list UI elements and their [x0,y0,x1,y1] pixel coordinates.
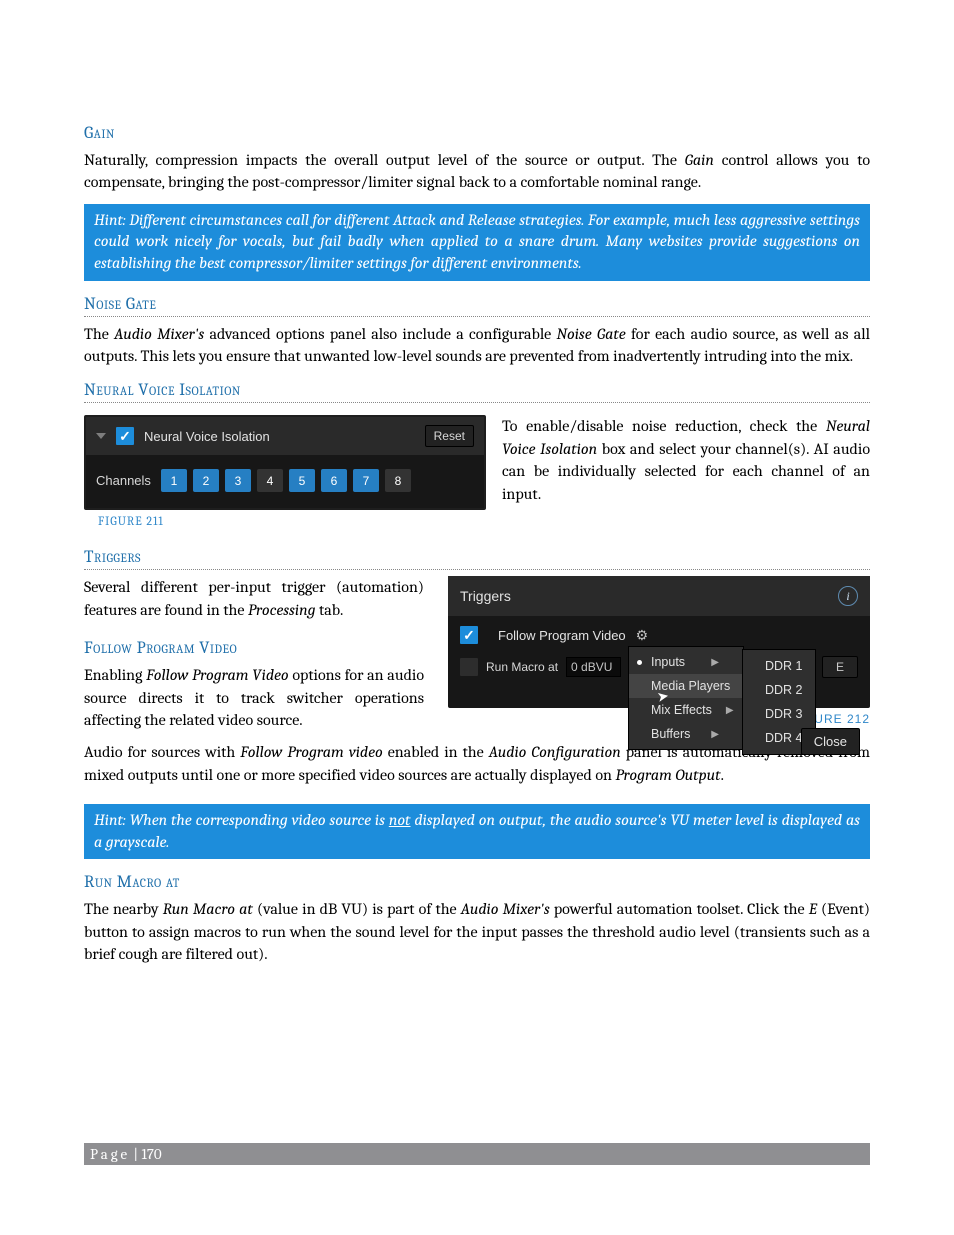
chevron-right-icon: ▶ [726,705,734,716]
para-noise-gate: The Audio Mixer's advanced options panel… [84,323,870,368]
para-triggers: Several different per-input trigger (aut… [84,576,424,621]
text-italic: Processing [248,601,316,619]
text: . [721,766,724,784]
nvi-panel: ✓ Neural Voice Isolation Reset Channels … [84,415,486,510]
nvi-checkbox[interactable]: ✓ [116,427,134,445]
menu2-item[interactable]: DDR 3 [743,702,815,726]
text: advanced options panel also include a co… [204,325,556,343]
text-italic: Gain [685,151,714,169]
heading-triggers: Triggers [84,548,870,570]
text-italic: Audio Mixer's [114,325,204,343]
run-macro-label: Run Macro at [486,660,558,674]
menu1-item[interactable]: Mix Effects ▶ [629,698,743,722]
close-button[interactable]: Close [801,728,860,755]
text-italic: Audio Configuration [489,743,621,761]
follow-video-label: Follow Program Video [498,628,626,643]
menu1-item[interactable]: Inputs ▶ [629,650,743,674]
db-value-field[interactable]: 0 dBVU [566,657,621,677]
text-italic: Program Output [615,766,720,784]
channel-3-button[interactable]: 3 [225,469,251,492]
triggers-header: Triggers i [448,576,870,616]
text-italic: Run Macro at [163,900,253,918]
heading-noise-gate: Noise Gate [84,295,870,317]
radio-dot-icon [637,660,642,665]
text: Audio for sources with [84,743,240,761]
text-italic: Noise Gate [557,325,626,343]
menu1-item[interactable]: Media Players▶ [629,674,743,698]
heading-nvi: Neural Voice Isolation [84,381,870,403]
run-macro-checkbox[interactable] [460,658,478,676]
figure-211-caption: FIGURE 211 [98,514,486,528]
channel-8-button[interactable]: 8 [385,469,411,492]
para-gain: Naturally, compression impacts the overa… [84,149,870,194]
text-italic: Audio Mixer's [461,900,550,918]
text-italic: Follow Program Video [146,666,288,684]
menu-item-label: Media Players [651,679,730,693]
hint-box-2: Hint: When the corresponding video sourc… [84,804,870,859]
footer-page-label: Page [90,1145,130,1163]
menu-item-label: Inputs [651,655,685,669]
menu-level1: Inputs▶Media Players▶Mix Effects▶Buffers… [628,646,744,750]
text: The [84,325,114,343]
menu-item-label: Mix Effects [651,703,712,717]
channel-2-button[interactable]: 2 [193,469,219,492]
page-footer: Page | 170 [84,1143,870,1165]
triggers-panel: Triggers i ✓ Follow Program Video ⚙ Run … [448,576,870,708]
text: To enable/disable noise reduction, check… [502,417,826,435]
follow-video-checkbox[interactable]: ✓ [460,626,478,644]
triggers-title: Triggers [460,588,511,604]
channel-6-button[interactable]: 6 [321,469,347,492]
text: Hint: When the corresponding video sourc… [94,811,389,829]
nvi-title: Neural Voice Isolation [144,429,270,444]
nvi-header[interactable]: ✓ Neural Voice Isolation Reset [86,417,484,455]
chevron-right-icon: ▶ [711,657,719,668]
menu-item-label: Buffers [651,727,690,741]
channel-4-button[interactable]: 4 [257,469,283,492]
channel-7-button[interactable]: 7 [353,469,379,492]
para-nvi-right: To enable/disable noise reduction, check… [502,415,870,505]
text: Enabling [84,666,146,684]
chevron-right-icon: ▶ [711,729,719,740]
footer-sep: | [130,1145,141,1163]
text-underline: not [389,811,411,829]
text: tab. [315,601,343,619]
menu1-item[interactable]: Buffers ▶ [629,722,743,746]
text: The nearby [84,900,163,918]
text: powerful automation toolset. Click the [550,900,809,918]
chevron-down-icon [96,433,106,439]
text: Naturally, compression impacts the overa… [84,151,685,169]
heading-run-macro: Run Macro at [84,873,870,892]
reset-button[interactable]: Reset [425,425,474,447]
channel-1-button[interactable]: 1 [161,469,187,492]
hint-box-1: Hint: Different circumstances call for d… [84,204,870,281]
para-follow-1: Enabling Follow Program Video options fo… [84,664,424,731]
footer-page-num: 170 [141,1145,161,1163]
gear-icon[interactable]: ⚙ [636,627,649,644]
para-run-macro: The nearby Run Macro at (value in dB VU)… [84,898,870,965]
channels-label: Channels [96,473,151,488]
text-italic: Follow Program video [240,743,383,761]
menu2-item[interactable]: DDR 2 [743,678,815,702]
heading-gain: Gain [84,124,870,143]
channel-5-button[interactable]: 5 [289,469,315,492]
text-italic: E [809,900,817,918]
menu2-item[interactable]: DDR 1 [743,654,815,678]
event-button[interactable]: E [822,656,858,678]
text: enabled in the [383,743,489,761]
text: (value in dB VU) is part of the [253,900,461,918]
info-icon[interactable]: i [838,586,858,606]
